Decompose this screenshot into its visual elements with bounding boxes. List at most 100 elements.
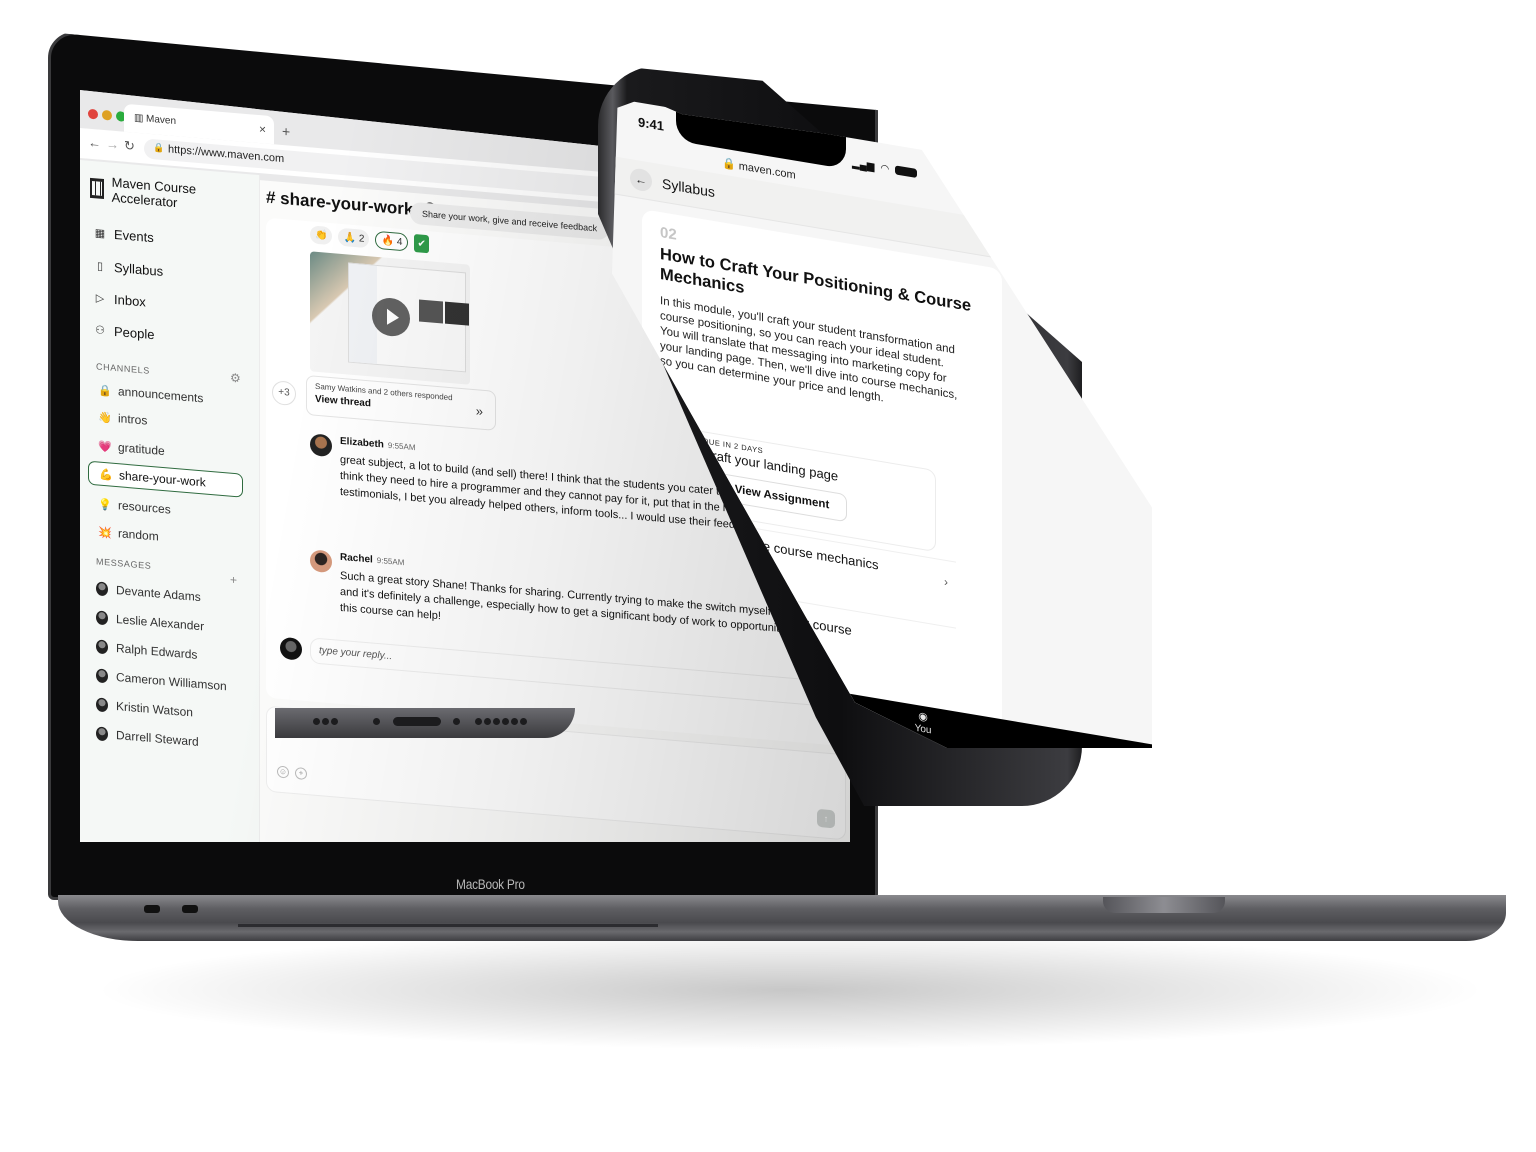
reaction-check[interactable]: ✔ bbox=[414, 234, 429, 254]
avatar bbox=[96, 581, 108, 597]
channel-label: random bbox=[118, 526, 159, 544]
dm-item[interactable]: Cameron Williamson bbox=[96, 668, 227, 693]
module-number: 02 bbox=[660, 224, 677, 244]
close-window-button[interactable] bbox=[88, 108, 98, 120]
channel-label: gratitude bbox=[118, 440, 165, 459]
lock-icon: 🔒 bbox=[153, 142, 165, 154]
more-replies-count[interactable]: +3 bbox=[272, 380, 296, 407]
phone-bottom-edge bbox=[275, 708, 575, 738]
preview-tile bbox=[445, 301, 469, 326]
avatar bbox=[96, 610, 108, 626]
url-text: https://www.maven.com bbox=[168, 143, 285, 166]
speaker-grille bbox=[475, 718, 527, 725]
status-time: 9:41 bbox=[638, 114, 665, 134]
back-arrow-icon[interactable]: ← bbox=[630, 167, 652, 193]
speaker-grille bbox=[313, 718, 338, 725]
people-icon: ⚇ bbox=[95, 324, 105, 338]
reaction-count: 2 bbox=[358, 232, 365, 245]
double-chevron-right-icon: » bbox=[475, 403, 483, 419]
clap-icon: 👏 bbox=[315, 229, 328, 242]
send-button[interactable]: ↑ bbox=[817, 808, 835, 829]
channel-label: announcements bbox=[118, 384, 204, 406]
dm-item[interactable]: Ralph Edwards bbox=[96, 639, 197, 662]
inbox-icon: ▷ bbox=[95, 292, 105, 306]
lightbulb-icon: 💡 bbox=[98, 498, 112, 512]
reaction-clap[interactable]: 👏 bbox=[310, 225, 333, 246]
channels-header: CHANNELS bbox=[96, 361, 150, 376]
dm-name: Ralph Edwards bbox=[116, 641, 198, 662]
heart-icon: 💗 bbox=[98, 440, 112, 454]
channel-label: resources bbox=[118, 498, 171, 517]
composer-tools: ☺ + bbox=[277, 765, 307, 781]
sidebar: Maven Course Accelerator ▦ Events ▯ Syll… bbox=[80, 160, 260, 842]
lightning-port bbox=[393, 717, 441, 726]
tab-title: Maven bbox=[146, 113, 177, 128]
sidebar-item-inbox[interactable]: ▷ Inbox bbox=[94, 290, 146, 310]
gear-icon[interactable]: ⚙ bbox=[230, 371, 241, 386]
chevron-right-icon: › bbox=[944, 574, 948, 590]
dm-item[interactable]: Devante Adams bbox=[96, 581, 201, 604]
emoji-icon[interactable]: ☺ bbox=[277, 765, 289, 779]
message-header: Rachel 9:55AM bbox=[340, 552, 404, 568]
laptop-base bbox=[58, 895, 1506, 941]
avatar bbox=[310, 433, 332, 458]
usb-port bbox=[182, 905, 198, 913]
signal-icon: ▂▄▆ bbox=[852, 158, 875, 173]
book-icon: ▯ bbox=[96, 260, 104, 273]
sidebar-item-syllabus[interactable]: ▯ Syllabus bbox=[94, 258, 163, 279]
dm-name: Cameron Williamson bbox=[116, 670, 227, 694]
avatar bbox=[96, 726, 108, 742]
avatar bbox=[310, 549, 332, 574]
video-thumbnail[interactable] bbox=[310, 251, 470, 385]
status-icons: ▂▄▆ ◠ bbox=[852, 158, 918, 180]
lock-icon: 🔒 bbox=[98, 384, 112, 398]
screw bbox=[453, 718, 460, 725]
close-tab-icon[interactable]: × bbox=[259, 122, 266, 137]
channel-name: # share-your-work bbox=[266, 187, 414, 219]
lock-icon: 🔒 bbox=[722, 157, 739, 173]
message-time: 9:55AM bbox=[387, 440, 416, 453]
lid-notch bbox=[1103, 897, 1225, 913]
calendar-icon: ▦ bbox=[94, 227, 106, 241]
dm-item[interactable]: Leslie Alexander bbox=[96, 610, 204, 633]
message-time: 9:55AM bbox=[376, 555, 405, 568]
brand[interactable]: Maven Course Accelerator bbox=[90, 173, 259, 217]
minimize-window-button[interactable] bbox=[102, 109, 112, 121]
dm-item[interactable]: Darrell Steward bbox=[96, 726, 199, 749]
brand-name: Maven Course Accelerator bbox=[111, 174, 197, 211]
avatar bbox=[280, 636, 302, 661]
add-message-button[interactable]: + bbox=[230, 573, 237, 588]
device-mockup: MacBook Pro ▥ Maven × + ← → ↻ 🔒 https://… bbox=[0, 0, 1536, 1152]
wifi-icon: ◠ bbox=[880, 162, 890, 176]
sidebar-item-people[interactable]: ⚇ People bbox=[94, 322, 154, 342]
channel-label: share-your-work bbox=[119, 468, 206, 490]
sidebar-item-events[interactable]: ▦ Events bbox=[94, 225, 154, 245]
message-author: Elizabeth bbox=[340, 435, 384, 451]
new-tab-button[interactable]: + bbox=[282, 123, 290, 140]
back-icon[interactable]: ← bbox=[88, 135, 101, 151]
dm-name: Kristin Watson bbox=[116, 699, 193, 720]
dm-item[interactable]: Kristin Watson bbox=[96, 697, 193, 719]
maven-logo-icon bbox=[90, 177, 104, 199]
sidebar-item-label: Inbox bbox=[114, 291, 146, 310]
reload-icon[interactable]: ↻ bbox=[124, 138, 135, 155]
header-title: Syllabus bbox=[662, 175, 715, 201]
avatar bbox=[96, 668, 108, 684]
forward-icon[interactable]: → bbox=[106, 136, 119, 152]
base-slot bbox=[238, 924, 658, 927]
laptop-model-label: MacBook Pro bbox=[456, 876, 525, 892]
reaction-pray[interactable]: 🙏 2 bbox=[338, 227, 370, 249]
check-icon: ✔ bbox=[417, 237, 426, 250]
maven-logo-icon: ▥ bbox=[134, 112, 144, 125]
reaction-fire[interactable]: 🔥 4 bbox=[375, 230, 409, 252]
dm-name: Leslie Alexander bbox=[116, 612, 205, 634]
collision-icon: 💥 bbox=[98, 526, 112, 540]
pray-icon: 🙏 bbox=[343, 231, 356, 244]
avatar bbox=[96, 639, 108, 655]
usb-port bbox=[144, 905, 160, 913]
message-author: Rachel bbox=[340, 551, 373, 566]
dm-name: Devante Adams bbox=[116, 583, 201, 605]
attach-icon[interactable]: + bbox=[295, 767, 307, 781]
sidebar-item-label: Syllabus bbox=[114, 259, 164, 279]
flexed-arm-icon: 💪 bbox=[99, 468, 113, 482]
